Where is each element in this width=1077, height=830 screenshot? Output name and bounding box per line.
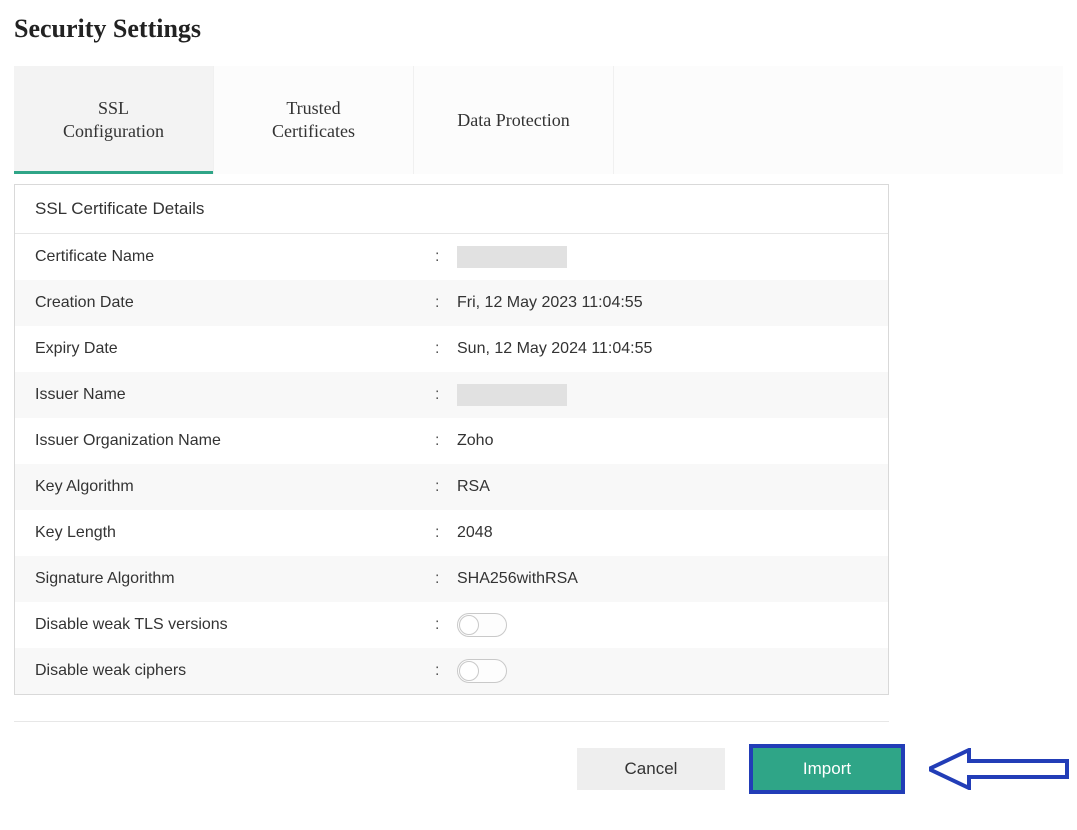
redacted-block	[457, 246, 567, 268]
tab-ssl-configuration[interactable]: SSL Configuration	[14, 66, 214, 174]
field-value	[457, 384, 868, 406]
colon: :	[435, 570, 457, 588]
field-value	[457, 613, 868, 637]
row-expiry-date: Expiry Date : Sun, 12 May 2024 11:04:55	[15, 326, 888, 372]
row-issuer-name: Issuer Name :	[15, 372, 888, 418]
field-label: Key Algorithm	[35, 478, 435, 496]
field-value: RSA	[457, 478, 868, 496]
field-label: Certificate Name	[35, 248, 435, 266]
tabs-bar: SSL Configuration Trusted Certificates D…	[14, 66, 1063, 174]
disable-weak-ciphers-toggle[interactable]	[457, 659, 507, 683]
colon: :	[435, 386, 457, 404]
page-title: Security Settings	[14, 14, 1063, 44]
divider	[14, 721, 889, 722]
disable-weak-tls-toggle[interactable]	[457, 613, 507, 637]
card-header: SSL Certificate Details	[15, 185, 888, 234]
field-label: Key Length	[35, 524, 435, 542]
tab-data-protection[interactable]: Data Protection	[414, 66, 614, 174]
colon: :	[435, 524, 457, 542]
toggle-knob	[459, 661, 479, 681]
colon: :	[435, 616, 457, 634]
colon: :	[435, 478, 457, 496]
tabs-filler	[614, 66, 1063, 174]
field-label: Issuer Organization Name	[35, 432, 435, 450]
field-label: Disable weak TLS versions	[35, 616, 435, 634]
row-disable-weak-ciphers: Disable weak ciphers :	[15, 648, 888, 694]
colon: :	[435, 340, 457, 358]
redacted-block	[457, 384, 567, 406]
colon: :	[435, 432, 457, 450]
tab-trusted-certificates[interactable]: Trusted Certificates	[214, 66, 414, 174]
field-value: Fri, 12 May 2023 11:04:55	[457, 294, 868, 312]
footer: Cancel Import	[14, 748, 1069, 790]
field-label: Expiry Date	[35, 340, 435, 358]
toggle-knob	[459, 615, 479, 635]
field-label: Disable weak ciphers	[35, 662, 435, 680]
field-value: 2048	[457, 524, 868, 542]
tab-label: Trusted Certificates	[272, 97, 355, 144]
field-value	[457, 659, 868, 683]
row-certificate-name: Certificate Name :	[15, 234, 888, 280]
field-value: Sun, 12 May 2024 11:04:55	[457, 340, 868, 358]
ssl-certificate-details-card: SSL Certificate Details Certificate Name…	[14, 184, 889, 695]
row-issuer-org: Issuer Organization Name : Zoho	[15, 418, 888, 464]
colon: :	[435, 662, 457, 680]
field-value: Zoho	[457, 432, 868, 450]
row-signature-algorithm: Signature Algorithm : SHA256withRSA	[15, 556, 888, 602]
field-value	[457, 246, 868, 268]
row-key-algorithm: Key Algorithm : RSA	[15, 464, 888, 510]
field-label: Issuer Name	[35, 386, 435, 404]
row-creation-date: Creation Date : Fri, 12 May 2023 11:04:5…	[15, 280, 888, 326]
tab-label: SSL Configuration	[63, 97, 164, 144]
row-key-length: Key Length : 2048	[15, 510, 888, 556]
field-label: Creation Date	[35, 294, 435, 312]
colon: :	[435, 248, 457, 266]
tab-label: Data Protection	[457, 110, 569, 131]
field-label: Signature Algorithm	[35, 570, 435, 588]
field-value: SHA256withRSA	[457, 570, 868, 588]
row-disable-weak-tls: Disable weak TLS versions :	[15, 602, 888, 648]
import-button[interactable]: Import	[753, 748, 901, 790]
cancel-button[interactable]: Cancel	[577, 748, 725, 790]
colon: :	[435, 294, 457, 312]
annotation-arrow-icon	[929, 748, 1069, 790]
